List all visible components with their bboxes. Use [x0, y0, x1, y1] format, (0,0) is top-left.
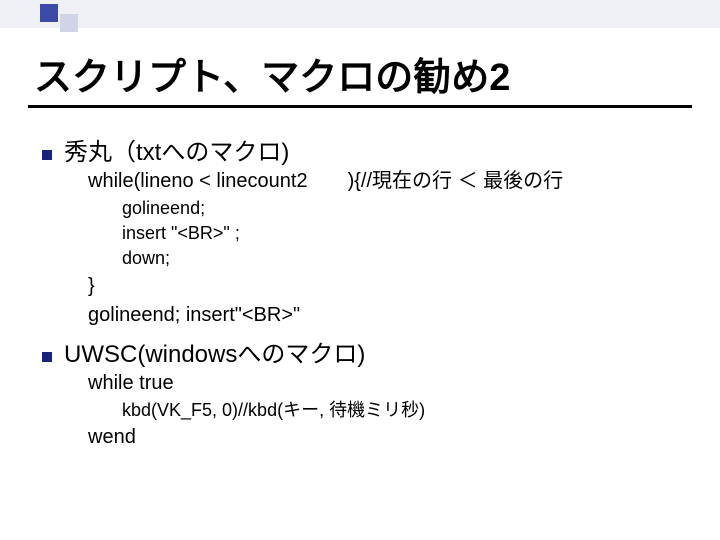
slide-title: スクリプト、マクロの勧め2	[34, 46, 720, 101]
code-line: wend	[88, 423, 720, 452]
code-line: golineend; insert"<BR>"	[88, 301, 720, 330]
code-line: while true	[88, 369, 720, 398]
header-strip	[0, 0, 720, 28]
bullet-item: 秀丸（txtへのマクロ)	[42, 132, 720, 167]
code-line: down;	[122, 246, 720, 271]
slide-content: 秀丸（txtへのマクロ) while(lineno < linecount2 )…	[42, 132, 720, 452]
bullet-heading: UWSC(windowsへのマクロ)	[64, 334, 365, 369]
bullet-heading: 秀丸（txtへのマクロ)	[64, 132, 289, 167]
code-line: }	[88, 272, 720, 301]
code-line: while(lineno < linecount2 ){//現在の行 ＜ 最後の…	[88, 167, 720, 196]
header-square-light	[60, 14, 78, 32]
header-square-dark	[40, 4, 58, 22]
square-bullet-icon	[42, 352, 52, 362]
title-underline	[28, 105, 692, 108]
bullet-item: UWSC(windowsへのマクロ)	[42, 334, 720, 369]
code-line: insert "<BR>" ;	[122, 221, 720, 246]
square-bullet-icon	[42, 150, 52, 160]
code-line: kbd(VK_F5, 0)//kbd(キー, 待機ミリ秒)	[122, 398, 720, 423]
code-line: golineend;	[122, 196, 720, 221]
